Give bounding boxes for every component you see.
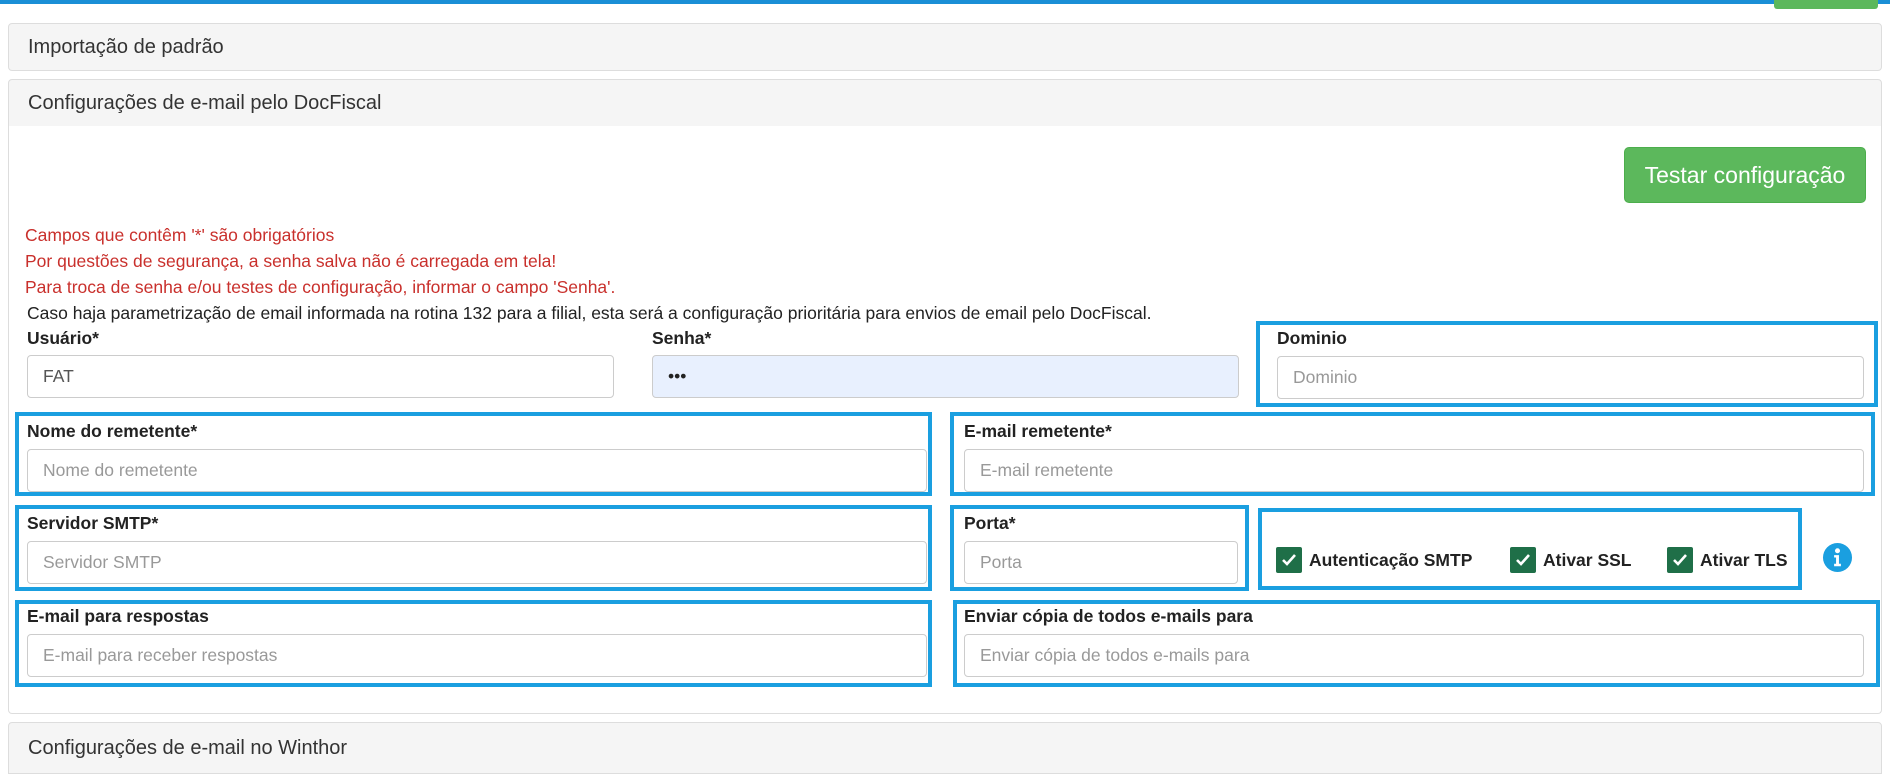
tls-checkbox[interactable]: Ativar TLS (1667, 547, 1788, 573)
check-icon (1276, 547, 1302, 573)
email-remetente-input[interactable] (964, 449, 1864, 492)
top-right-button[interactable] (1774, 0, 1878, 9)
panel-heading-docfiscal[interactable]: Configurações de e-mail pelo DocFiscal (8, 79, 1882, 127)
panel-title-import: Importação de padrão (28, 35, 224, 58)
panel-body-docfiscal (8, 126, 1882, 714)
auth-smtp-checkbox[interactable]: Autenticação SMTP (1276, 547, 1472, 573)
security-note: Por questões de segurança, a senha salva… (25, 251, 557, 271)
dominio-input[interactable] (1277, 356, 1864, 399)
usuario-label: Usuário* (27, 328, 99, 348)
auth-smtp-label: Autenticação SMTP (1309, 549, 1473, 570)
senha-input[interactable] (652, 355, 1239, 398)
servidor-smtp-label: Servidor SMTP* (27, 513, 159, 533)
nome-remetente-label: Nome do remetente* (27, 421, 198, 441)
ssl-checkbox[interactable]: Ativar SSL (1510, 547, 1632, 573)
panel-title-docfiscal: Configurações de e-mail pelo DocFiscal (28, 91, 382, 114)
panel-title-winthor: Configurações de e-mail no Winthor (28, 736, 348, 759)
porta-label: Porta* (964, 513, 1016, 533)
top-accent-bar (0, 0, 1890, 4)
ssl-label: Ativar SSL (1543, 549, 1632, 570)
required-fields-note: Campos que contêm '*' são obrigatórios (25, 225, 335, 245)
tls-label: Ativar TLS (1700, 549, 1788, 570)
password-change-note: Para troca de senha e/ou testes de confi… (25, 277, 616, 297)
senha-label: Senha* (652, 328, 712, 348)
panel-heading-import[interactable]: Importação de padrão (8, 23, 1882, 71)
panel-heading-winthor[interactable]: Configurações de e-mail no Winthor (8, 722, 1882, 774)
nome-remetente-input[interactable] (27, 449, 927, 492)
email-respostas-label: E-mail para respostas (27, 606, 209, 626)
usuario-input[interactable] (27, 355, 614, 398)
email-respostas-input[interactable] (27, 634, 927, 677)
check-icon (1667, 547, 1693, 573)
copia-label: Enviar cópia de todos e-mails para (964, 606, 1253, 626)
porta-input[interactable] (964, 541, 1238, 584)
test-config-button[interactable]: Testar configuração (1624, 147, 1866, 203)
servidor-smtp-input[interactable] (27, 541, 927, 584)
email-remetente-label: E-mail remetente* (964, 421, 1112, 441)
priority-note: Caso haja parametrização de email inform… (27, 303, 1152, 323)
copia-input[interactable] (964, 634, 1864, 677)
check-icon (1510, 547, 1536, 573)
dominio-label: Dominio (1277, 328, 1347, 348)
info-circle-icon[interactable] (1822, 542, 1853, 573)
